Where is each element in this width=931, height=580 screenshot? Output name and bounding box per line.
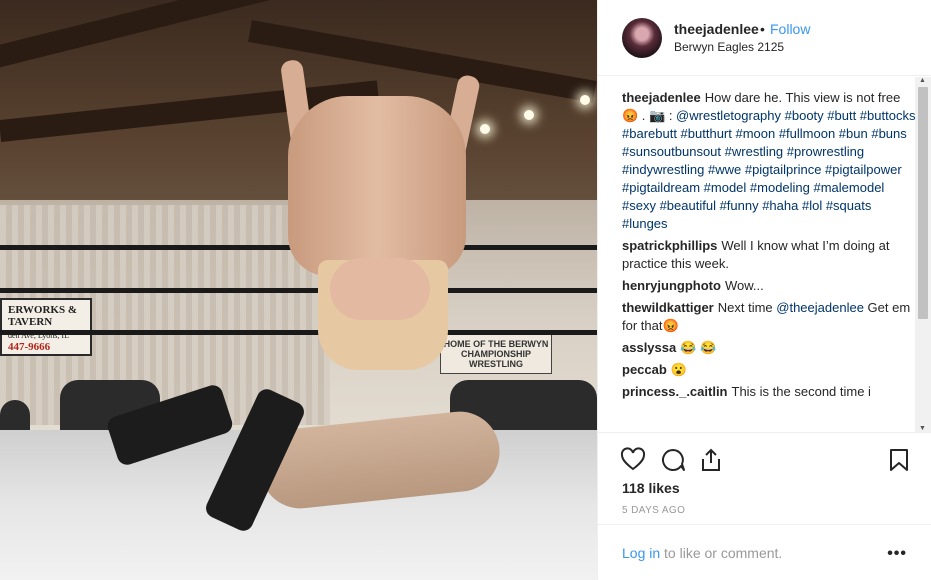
scroll-up-arrow-icon[interactable]: ▲ xyxy=(919,77,926,84)
comment-icon[interactable] xyxy=(660,447,686,473)
wrestler-boot xyxy=(105,382,235,468)
username-link[interactable]: theejadenlee xyxy=(674,21,759,37)
comment-username[interactable]: theejadenlee xyxy=(622,90,701,105)
comment-text: This is the second time i xyxy=(731,384,871,399)
comment: asslyssa 😂 😂 xyxy=(598,339,916,357)
comment: spatrickphillips Well I know what I’m doi… xyxy=(598,237,916,273)
comment-text: 😂 😂 xyxy=(680,340,717,355)
comment-username[interactable]: princess._.caitlin xyxy=(622,384,728,399)
comments-list[interactable]: theejadenlee How dare he. This view is no… xyxy=(598,77,916,432)
login-row: Log in to like or comment. ••• xyxy=(598,524,931,580)
sign-text: ERWORKS & TAVERN xyxy=(8,304,77,329)
comment-text: Next time xyxy=(717,300,777,315)
timestamp[interactable]: 5 DAYS AGO xyxy=(622,505,685,516)
likes-count[interactable]: 118 likes xyxy=(622,480,680,496)
login-prompt: Log in to like or comment. xyxy=(622,545,782,561)
hashtags[interactable]: #booty #butt #buttocks #barebutt #butthu… xyxy=(622,108,915,231)
instagram-post: ERWORKS & TAVERN den Ave, Lyons, IL 447-… xyxy=(0,0,931,580)
comment: thewildkattiger Next time @theejadenlee G… xyxy=(598,299,916,335)
follow-button[interactable]: Follow xyxy=(770,21,810,37)
post-header: theejadenlee • Follow Berwyn Eagles 2125 xyxy=(598,0,931,76)
ceiling-light xyxy=(580,95,590,105)
comment: peccab 😮 xyxy=(598,361,916,379)
ring-rope xyxy=(0,330,597,335)
location-link[interactable]: Berwyn Eagles 2125 xyxy=(674,40,784,54)
ceiling-light xyxy=(480,124,490,134)
comment-username[interactable]: spatrickphillips xyxy=(622,238,717,253)
more-options-icon[interactable]: ••• xyxy=(887,545,907,563)
mention-link[interactable]: @wrestletography xyxy=(676,108,781,123)
sign-phone: 447-9666 xyxy=(8,340,51,353)
lower-wrestler xyxy=(105,360,504,535)
scroll-down-arrow-icon[interactable]: ▼ xyxy=(919,425,926,432)
comment-username[interactable]: henryjungphoto xyxy=(622,278,721,293)
heart-icon[interactable] xyxy=(620,447,646,473)
ceiling-light xyxy=(524,110,534,120)
scrollbar-thumb[interactable] xyxy=(918,87,928,319)
separator-dot: • xyxy=(760,21,765,37)
post-photo[interactable]: ERWORKS & TAVERN den Ave, Lyons, IL 447-… xyxy=(0,0,597,580)
mention-link[interactable]: @theejadenlee xyxy=(776,300,864,315)
login-prompt-text: to like or comment. xyxy=(660,545,783,561)
scrollbar[interactable]: ▲ ▼ xyxy=(915,77,931,432)
share-icon[interactable] xyxy=(698,447,724,473)
caption: theejadenlee How dare he. This view is no… xyxy=(598,89,916,233)
bar-sign: ERWORKS & TAVERN den Ave, Lyons, IL 447-… xyxy=(0,298,92,356)
ring-rope xyxy=(0,288,597,293)
login-link[interactable]: Log in xyxy=(622,545,660,561)
comment-username[interactable]: thewildkattiger xyxy=(622,300,714,315)
wrestler-butt xyxy=(330,258,430,320)
bookmark-icon[interactable] xyxy=(886,447,912,473)
comment: princess._.caitlin This is the second tim… xyxy=(598,383,916,401)
comment-text: 😮 xyxy=(670,362,687,377)
avatar[interactable] xyxy=(622,18,662,58)
comment-text: Wow... xyxy=(724,278,764,293)
wrestler-back xyxy=(288,96,466,276)
post-side-panel: theejadenlee • Follow Berwyn Eagles 2125… xyxy=(597,0,931,580)
comment: henryjungphoto Wow... xyxy=(598,277,916,295)
comment-username[interactable]: peccab xyxy=(622,362,667,377)
comment-username[interactable]: asslyssa xyxy=(622,340,676,355)
